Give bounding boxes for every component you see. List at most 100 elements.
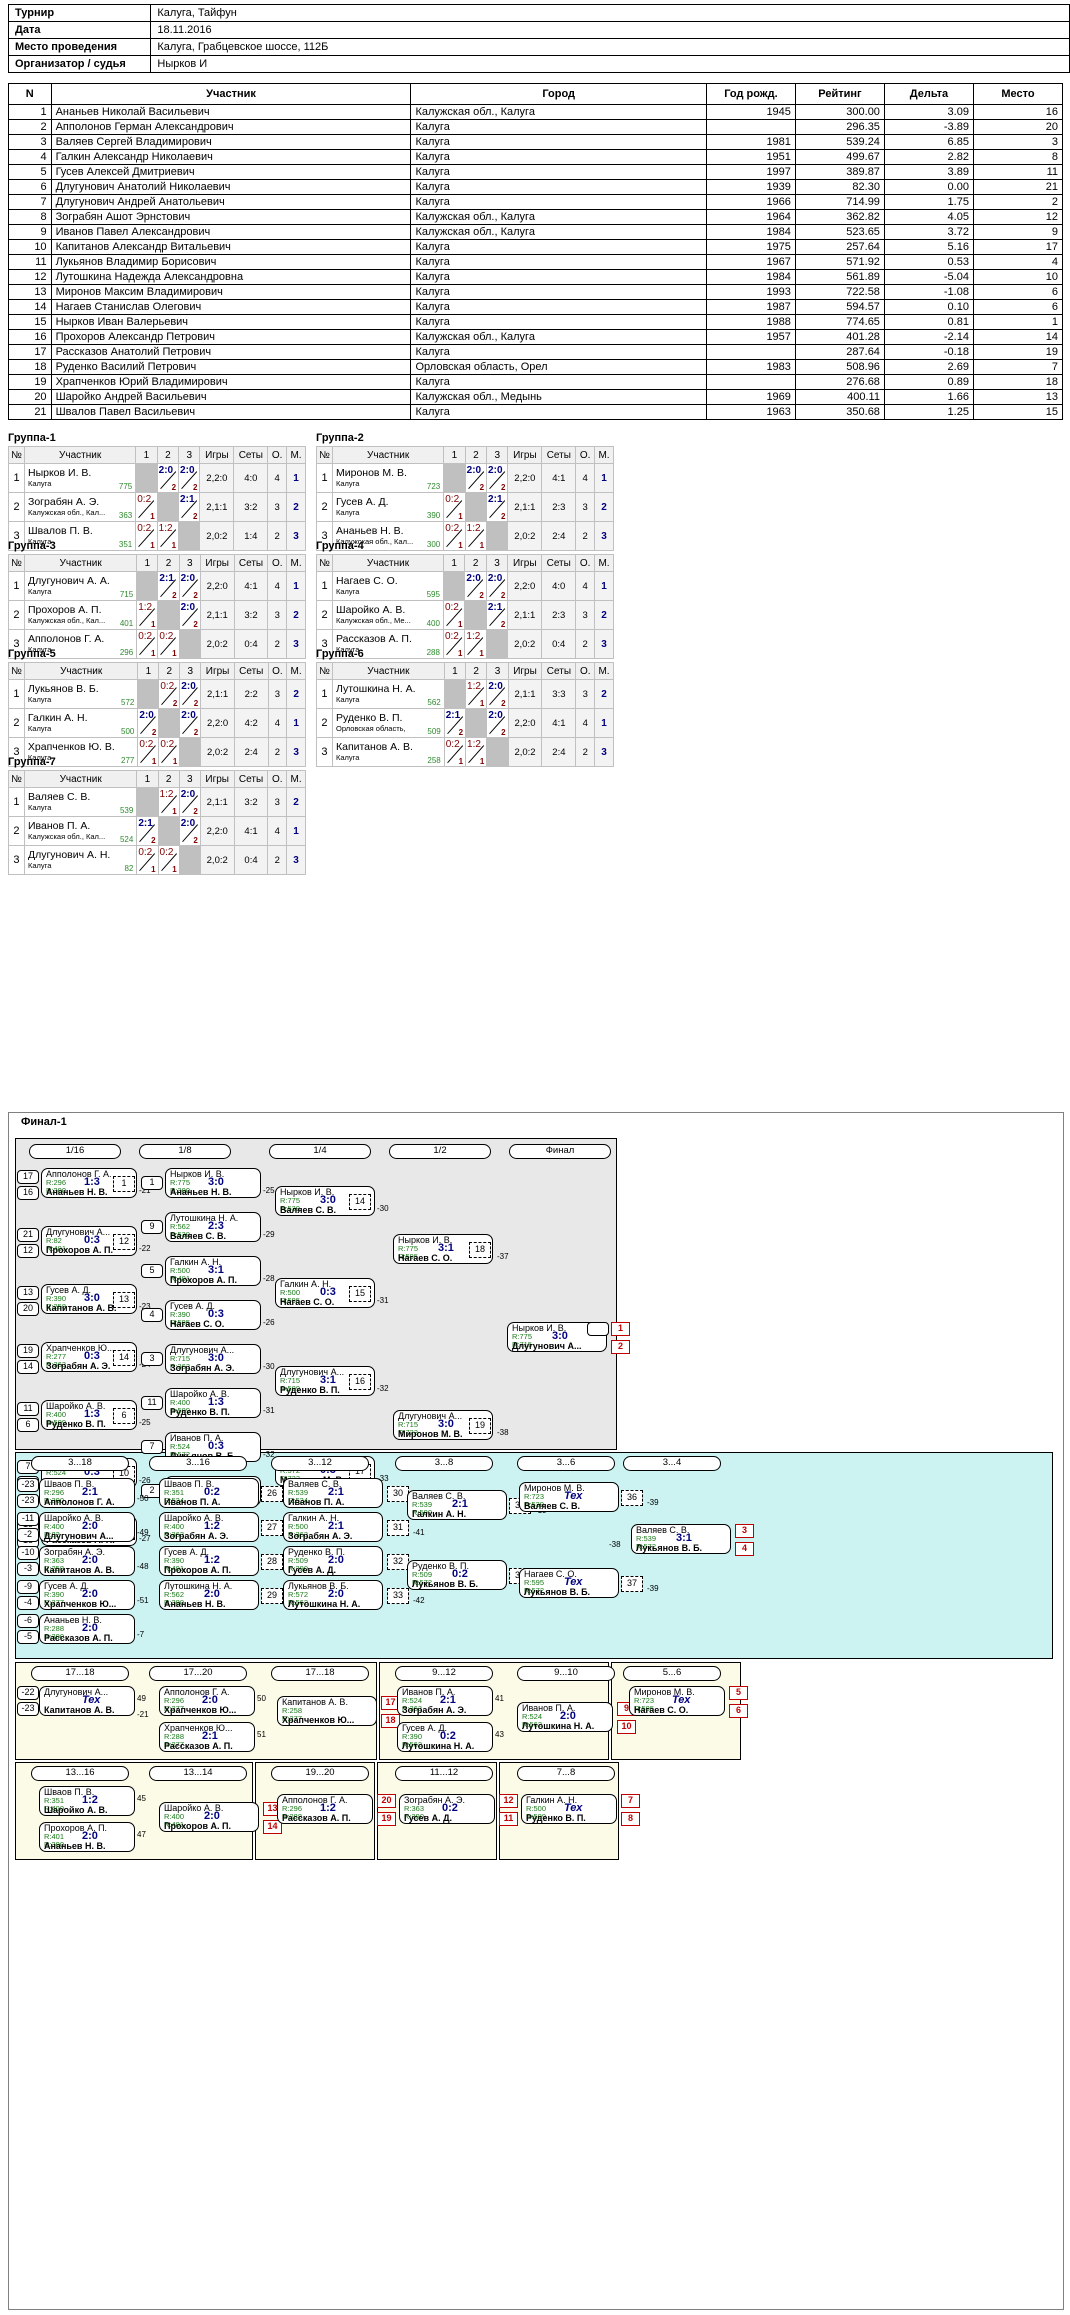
group-cell-self: [156, 492, 180, 522]
group-participant: Нырков И. В. Калуга 775: [23, 463, 137, 493]
table-row: 6 Длугунович Анатолий Николаевич Калуга 193…: [8, 179, 1064, 195]
place-value: 9: [972, 224, 1064, 240]
cell-sets-won: 2: [193, 836, 198, 845]
group-table: № Участник 1 2 3 Игры Сеты О. М. 1 Нагаев С. О. Кал…: [315, 554, 614, 659]
seed-number: 20: [17, 1302, 39, 1316]
match-card[interactable]: Руденко В. П. R:509 R:572 Лукьянов В. Б. 0:2: [407, 1560, 507, 1590]
match-card[interactable]: Руденко В. П. R:509 R:390 Гусев А. Д. 2:0: [283, 1546, 383, 1576]
delta-value: 5.16: [883, 239, 974, 255]
match-card[interactable]: Нагаев С. О. R:595 R:572 Лукьянов В. Б. Тех: [519, 1568, 619, 1598]
group-place: 1: [594, 708, 614, 738]
delta-value: -3.89: [883, 119, 974, 135]
match-card[interactable]: Лутошкина Н. А. R:562 R:300 Ананьев Н. В. 2:…: [159, 1580, 259, 1610]
match-card[interactable]: Гусев А. Д. R:390 R:595 Нагаев С. О. 0:3: [165, 1300, 261, 1330]
rating-value: 508.96: [794, 359, 885, 375]
match-card[interactable]: Длугунович А... Капитанов А. В. Тех: [39, 1686, 135, 1716]
table-row: 19 Храпченков Юрий Владимирович Калуга 276.…: [8, 374, 1064, 390]
row-number: 7: [8, 194, 52, 210]
match-score: 2:0: [560, 1710, 576, 1722]
match-card[interactable]: Галкин А. Н. R:500 R:401 Прохоров А. П. 3:1: [165, 1256, 261, 1286]
group-player-city: Калуга: [27, 724, 52, 733]
group-cell-score: 2:0 2: [156, 463, 180, 493]
birth-year: [705, 119, 796, 135]
match-player-bottom: Капитанов А. В.: [46, 1303, 117, 1313]
match-card[interactable]: Гусев А. Д. R:390 R:562 Лутошкина Н. А. 0:2: [397, 1722, 493, 1752]
participants-table: N Участник Город Год рожд. Рейтинг Дельта Мест…: [8, 83, 1064, 420]
seed-number: 14: [349, 1194, 371, 1210]
match-score: 2:1: [82, 1486, 98, 1498]
cell-sets-won: 2: [500, 591, 506, 600]
match-card[interactable]: Гусев А. Д. R:390 R:277 Храпченков Ю... 2:0: [39, 1580, 135, 1610]
group-col-header: Участник: [23, 554, 138, 572]
match-card[interactable]: Шваов П. В. R:296 R:300 Апполонов Г. А. 2:1: [39, 1478, 135, 1508]
group-player-name: Ананьев Н. В.: [336, 526, 404, 537]
delta-value: 1.75: [883, 194, 974, 210]
match-score: 3:1: [676, 1532, 692, 1544]
match-card[interactable]: Галкин А. Н. R:500 R:363 Зограбян А. Э. 2:1: [283, 1512, 383, 1542]
participants-col-header: Город: [410, 83, 707, 105]
birth-year: 1997: [705, 164, 796, 180]
match-card[interactable]: Апполонов Г. А. R:296 R:288 Рассказов А. П.…: [277, 1794, 373, 1824]
info-value: Калуга, Грабцевское шоссе, 112Б: [150, 38, 1070, 56]
match-score: 0:2: [442, 1802, 458, 1814]
cell-match-score: 2:1: [180, 494, 195, 505]
round-label: 7...8: [517, 1766, 615, 1781]
group-player-city: Орловская область,: [335, 724, 406, 733]
group-points: 3: [267, 600, 288, 630]
delta-value: 3.89: [883, 164, 974, 180]
match-card[interactable]: Ананьев Н. В. R:288 R:300 Рассказов А. П. 2:…: [39, 1614, 135, 1644]
delta-label: 49: [137, 1694, 146, 1703]
match-card[interactable]: Нырков И. В. R:775 R:300 Ананьев Н. В. 3:0: [165, 1168, 261, 1198]
group-col-header: Игры: [199, 554, 235, 572]
participant-city: Калуга: [410, 149, 707, 165]
match-card[interactable]: Шваов П. В. R:351 R:524 Иванов П. А. 0:2: [159, 1478, 259, 1508]
match-card[interactable]: Шаройко А. В. R:400 R:363 Зограбян А. Э. 1:2: [159, 1512, 259, 1542]
match-card[interactable]: Гусев А. Д. R:390 R:401 Прохоров А. П. 1:2: [159, 1546, 259, 1576]
match-card[interactable]: Капитанов А. В. R:258 R:277 Храпченков Ю...: [277, 1696, 377, 1726]
participant-name: Иванов Павел Александрович: [50, 224, 412, 240]
group-games: 2,1:1: [507, 679, 543, 709]
bracket-title: Финал-1: [21, 1116, 67, 1128]
match-card[interactable]: Прохоров А. П. R:401 R:300 Ананьев Н. В. 2:0: [39, 1822, 135, 1852]
match-score: Тех: [564, 1802, 583, 1814]
match-player-bottom: Зограбян А. Э.: [402, 1705, 467, 1715]
match-card[interactable]: Длугунович А... R:715 R:363 Зограбян А. Э. 3…: [165, 1344, 261, 1374]
match-score: 0:3: [84, 1350, 100, 1362]
match-card[interactable]: Миронов М. В. R:723 R:539 Валяев С. В. Тех: [519, 1482, 619, 1512]
group-place: 1: [286, 571, 306, 601]
match-player-bottom: Валяев С. В.: [170, 1231, 227, 1241]
place-value: 10: [972, 269, 1064, 285]
group-player-city: Калужская обл., Ме...: [336, 616, 411, 625]
match-card[interactable]: Галкин А. Н. R:500 R:509 Руденко В. П. Тех: [521, 1794, 617, 1824]
match-card[interactable]: Апполонов Г. А. R:296 R:277 Храпченков Ю...…: [159, 1686, 255, 1716]
participant-name: Длугунович Андрей Анатольевич: [50, 194, 412, 210]
group-table: № Участник 1 2 3 Игры Сеты О. М. 1 Лукьянов В. Б. К…: [8, 662, 306, 767]
place-value: 11: [972, 164, 1064, 180]
match-card[interactable]: Иванов П. А. R:524 R:562 Лутошкина Н. А. 2:0: [517, 1702, 613, 1732]
match-card[interactable]: Шаройко А. В. R:400 R:82 Длугунович А... 2:0: [39, 1512, 135, 1542]
match-player-bottom: Руденко В. П.: [280, 1385, 340, 1395]
round-label: 13...14: [149, 1766, 247, 1781]
match-card[interactable]: Иванов П. А. R:524 R:363 Зограбян А. Э. 2:1: [397, 1686, 493, 1716]
match-card[interactable]: Лукьянов В. Б. R:572 R:562 Лутошкина Н. А. 2…: [283, 1580, 383, 1610]
group-player-rating: 390: [426, 511, 441, 520]
match-score: 1:3: [84, 1408, 100, 1420]
participant-city: Калуга: [410, 404, 707, 420]
match-card[interactable]: Миронов М. В. R:723 R:595 Нагаев С. О. Тех: [629, 1686, 725, 1716]
match-card[interactable]: Валяев С. В. R:539 R:524 Иванов П. А. 2:1: [283, 1478, 383, 1508]
match-card[interactable]: Шаройко А. В. R:400 R:509 Руденко В. П. 1:3: [165, 1388, 261, 1418]
seed-number: 26: [261, 1486, 283, 1502]
match-card[interactable]: Валяев С. В. R:539 R:500 Галкин А. Н. 2:1: [407, 1490, 507, 1520]
match-player-bottom: Рассказов А. П.: [44, 1633, 113, 1643]
match-card[interactable]: Зограбян А. Э. R:363 R:390 Гусев А. Д. 0:2: [399, 1794, 495, 1824]
match-card[interactable]: Шаройко А. В. R:400 R:401 Прохоров А. П. 2:0: [159, 1802, 259, 1832]
match-card[interactable]: Валяев С. В. R:539 R:572 Лукьянов В. Б. 3:1: [631, 1524, 731, 1554]
match-player-bottom: Лутошкина Н. А.: [288, 1599, 361, 1609]
match-player-bottom: Длугунович А...: [512, 1341, 582, 1351]
group-player-name: Галкин А. Н.: [27, 713, 88, 724]
match-card[interactable]: Храпченков Ю... R:288 R:277 Рассказов А. П.…: [159, 1722, 255, 1752]
match-card[interactable]: Зограбян А. Э. R:363 R:258 Капитанов А. В. 2…: [39, 1546, 135, 1576]
group-sets: 3:2: [233, 492, 269, 522]
match-card[interactable]: Шваов П. В. R:351 R:400 Шаройко А. В. 1:2: [39, 1786, 135, 1816]
match-card[interactable]: Лутошкина Н. А. R:562 R:539 Валяев С. В. 2:3: [165, 1212, 261, 1242]
